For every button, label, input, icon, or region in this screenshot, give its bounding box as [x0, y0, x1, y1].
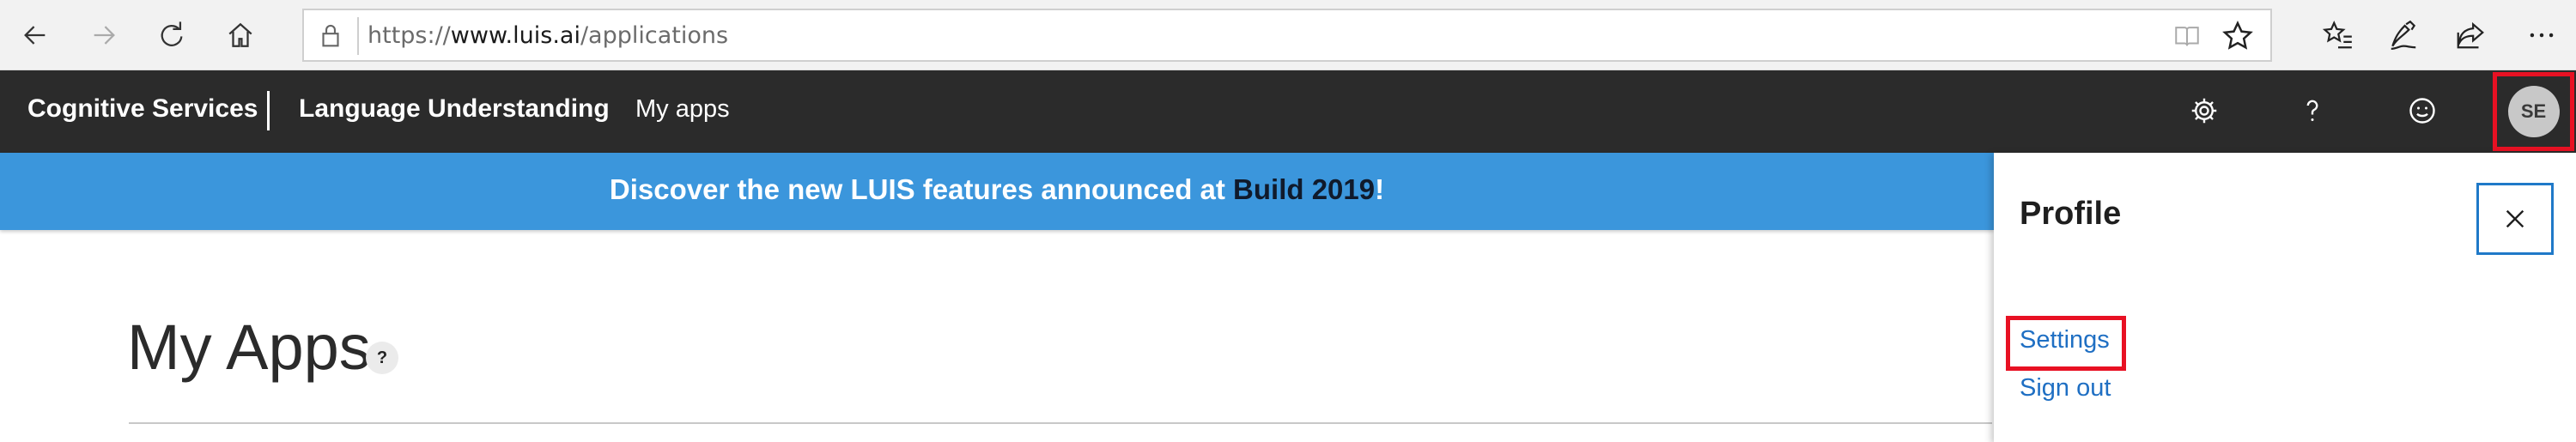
- forward-button[interactable]: [82, 14, 125, 57]
- home-button[interactable]: [219, 14, 262, 57]
- settings-gear-icon: [2191, 98, 2217, 124]
- address-bar[interactable]: https://www.luis.ai/applications: [302, 9, 2272, 62]
- profile-signout-link[interactable]: Sign out: [2020, 374, 2111, 403]
- feedback-smiley-icon: [2409, 98, 2435, 124]
- url-host: www.luis.ai: [450, 22, 580, 49]
- lock-icon: [322, 24, 339, 47]
- avatar-highlight[interactable]: SE: [2493, 72, 2574, 151]
- avatar[interactable]: SE: [2507, 86, 2560, 137]
- more-button[interactable]: [2520, 14, 2563, 57]
- pen-button[interactable]: [2382, 14, 2425, 57]
- content-divider: [129, 422, 1992, 424]
- profile-title: Profile: [2020, 196, 2122, 232]
- back-icon: [24, 26, 46, 45]
- announcement-banner: Discover the new LUIS features announced…: [0, 153, 1994, 230]
- page-title: My Apps: [127, 312, 371, 383]
- url-scheme: https://: [368, 22, 451, 49]
- browser-toolbar: https://www.luis.ai/applications: [0, 0, 2576, 70]
- share-icon: [2457, 21, 2484, 49]
- brand-divider: [267, 91, 270, 130]
- nav-my-apps[interactable]: My apps: [635, 95, 730, 124]
- url-path: /applications: [580, 22, 729, 49]
- settings-button[interactable]: [2183, 89, 2226, 132]
- banner-suffix: !: [1375, 173, 1385, 205]
- banner-message: Discover the new LUIS features announced…: [609, 173, 1234, 205]
- home-icon: [228, 22, 252, 47]
- profile-panel: Profile Settings Sign out: [1994, 153, 2576, 442]
- product-name-link[interactable]: Language Understanding: [299, 94, 610, 124]
- app-header: Cognitive Services Language Understandin…: [0, 70, 2576, 153]
- banner-text: Discover the new LUIS features announced…: [0, 173, 1994, 206]
- favorite-star-icon[interactable]: [2221, 19, 2255, 53]
- close-icon: [2506, 209, 2524, 228]
- favorites-list-button[interactable]: [2317, 14, 2360, 57]
- forward-icon: [94, 26, 115, 45]
- more-icon: [2530, 33, 2554, 38]
- address-url[interactable]: https://www.luis.ai/applications: [368, 22, 728, 49]
- profile-settings-link[interactable]: Settings: [2020, 326, 2110, 354]
- back-button[interactable]: [14, 14, 57, 57]
- pen-icon: [2391, 20, 2416, 50]
- help-badge[interactable]: ?: [366, 342, 398, 374]
- brand-link[interactable]: Cognitive Services: [27, 94, 258, 124]
- refresh-button[interactable]: [150, 14, 193, 57]
- reading-view-icon[interactable]: [2172, 21, 2202, 51]
- help-icon: [2306, 100, 2318, 121]
- help-button[interactable]: [2291, 89, 2334, 132]
- feedback-button[interactable]: [2401, 89, 2444, 132]
- profile-close-button[interactable]: [2476, 183, 2554, 255]
- banner-build-link[interactable]: Build 2019: [1233, 173, 1375, 205]
- share-button[interactable]: [2449, 14, 2492, 57]
- address-separator: [357, 17, 359, 55]
- favorites-list-icon: [2322, 21, 2352, 49]
- refresh-icon: [161, 21, 183, 46]
